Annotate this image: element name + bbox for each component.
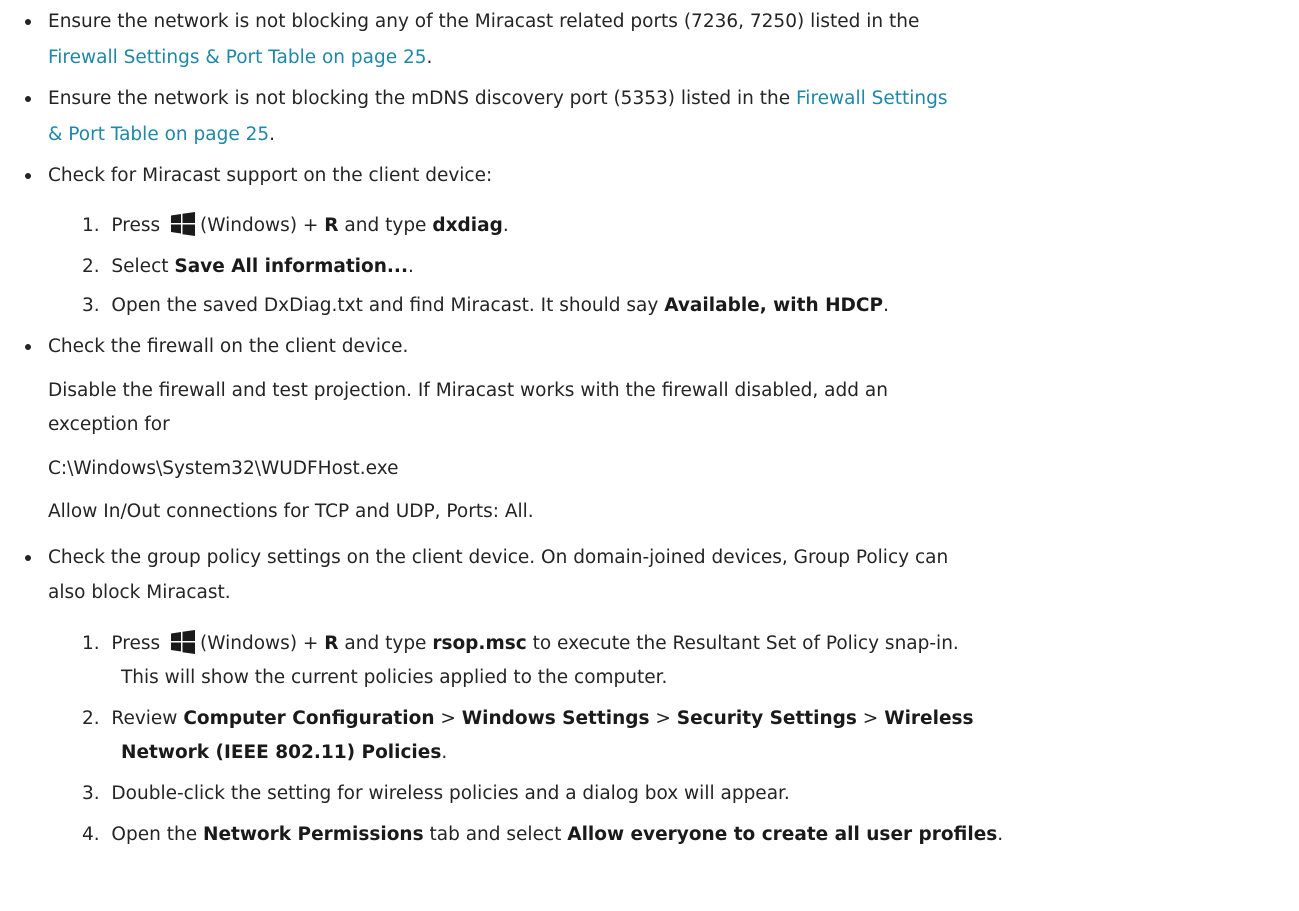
bullet-text: Ensure the network is not blocking the m… (48, 88, 948, 109)
firewall-settings-link[interactable]: Firewall Settings & Port Table on page 2… (48, 47, 427, 68)
step-item: 2. Select Save All information.... (82, 256, 414, 277)
bullet-text: Check for Miracast support on the client… (48, 165, 493, 186)
bullet-text: Check the group policy settings on the c… (48, 547, 949, 568)
paragraph: Allow In/Out connections for TCP and UDP… (48, 501, 534, 522)
bullet-dot (25, 555, 31, 561)
step-item: 3. Double-click the setting for wireless… (82, 783, 790, 804)
step-item-continued: Network (IEEE 802.11) Policies. (121, 742, 448, 763)
bullet-dot (25, 173, 31, 179)
step-item: 4. Open the Network Permissions tab and … (82, 824, 1004, 845)
firewall-settings-link[interactable]: & Port Table on page 25 (48, 124, 269, 145)
bullet-text: Check the firewall on the client device. (48, 336, 409, 357)
bullet-dot (25, 344, 31, 350)
step-item: 3. Open the saved DxDiag.txt and find Mi… (82, 295, 889, 316)
paragraph: exception for (48, 414, 170, 435)
step-item-continued: This will show the current policies appl… (121, 667, 668, 688)
bullet-text: Ensure the network is not blocking any o… (48, 11, 920, 32)
windows-logo-icon (171, 212, 196, 236)
step-item: 2. Review Computer Configuration > Windo… (82, 708, 974, 729)
bullet-dot (25, 19, 31, 25)
step-item: 1. Press (Windows) + R and type dxdiag. (82, 211, 509, 241)
bullet-text: also block Miracast. (48, 582, 231, 603)
bullet-text: Firewall Settings & Port Table on page 2… (48, 47, 433, 68)
paragraph: Disable the firewall and test projection… (48, 380, 888, 401)
bullet-dot (25, 96, 31, 102)
step-item: 1. Press (Windows) + R and type rsop.msc… (82, 629, 959, 659)
bullet-text: & Port Table on page 25. (48, 124, 276, 145)
windows-logo-icon (171, 630, 196, 654)
firewall-settings-link[interactable]: Firewall Settings (796, 88, 948, 109)
file-path: C:\Windows\System32\WUDFHost.exe (48, 458, 399, 479)
